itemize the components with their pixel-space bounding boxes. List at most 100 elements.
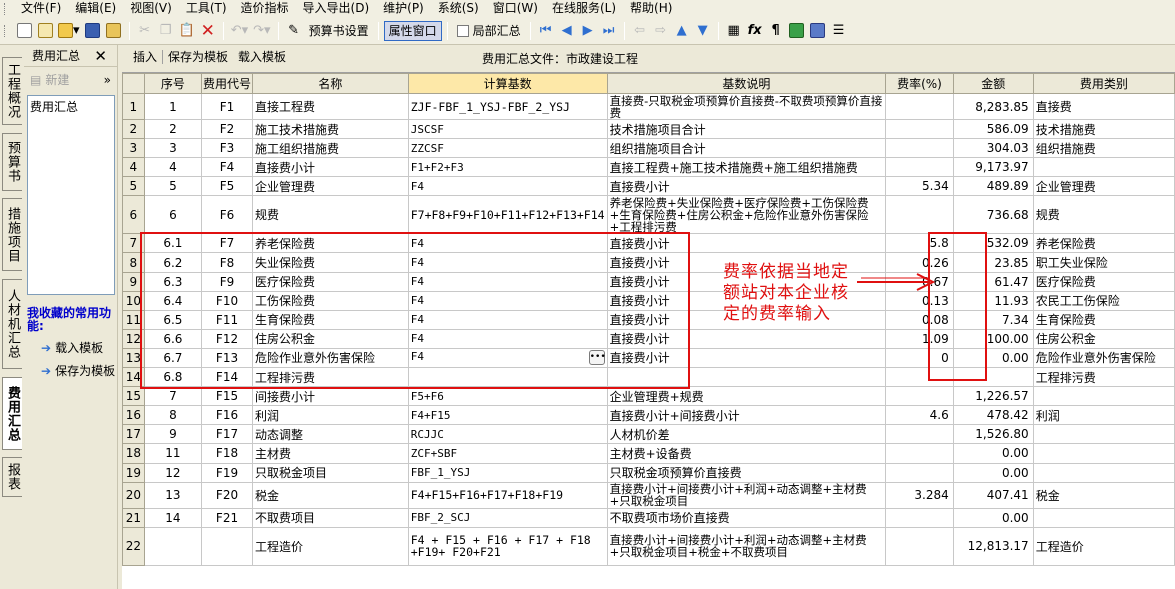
name-cell[interactable]: 利润 <box>251 405 409 426</box>
table-row[interactable]: 22 工程造价 F4 + F15 + F16 + F17 + F18 +F19+ F… <box>122 526 1175 566</box>
basis-cell[interactable]: JSCSF <box>407 118 608 140</box>
category-cell[interactable]: 规费 <box>1032 195 1175 235</box>
category-cell[interactable]: 利润 <box>1032 405 1175 426</box>
arrow-right-icon[interactable]: ⇨ <box>651 20 671 42</box>
seq-cell[interactable]: 13 <box>143 481 203 509</box>
rate-cell[interactable] <box>885 157 954 178</box>
amount-cell[interactable]: 586.09 <box>952 118 1034 140</box>
description-cell[interactable]: 技术措施项目合计 <box>606 118 887 140</box>
table-row[interactable]: 16 8 F16 利润 F4+F15 直接费小计+间接费小计 4.6 478.42 利润 <box>122 405 1175 426</box>
paste-icon[interactable]: 📋 <box>177 20 197 42</box>
category-cell[interactable]: 职工失业保险 <box>1032 252 1175 273</box>
category-cell[interactable] <box>1032 507 1175 528</box>
load-template-button[interactable]: 载入模板 <box>233 48 291 65</box>
code-cell[interactable]: F6 <box>201 195 253 235</box>
category-cell[interactable]: 组织措施费 <box>1032 138 1175 159</box>
new-button[interactable]: 新建 <box>45 71 69 88</box>
rate-cell[interactable]: 3.284 <box>885 481 954 509</box>
fav-save-template[interactable]: ➔ 保存为模板 <box>27 362 117 379</box>
amount-cell[interactable]: 478.42 <box>952 405 1034 426</box>
seq-cell[interactable]: 1 <box>143 93 203 120</box>
seq-cell[interactable]: 11 <box>143 443 203 464</box>
category-cell[interactable]: 税金 <box>1032 481 1175 509</box>
table-row[interactable]: 6 6 F6 规费 F7+F8+F9+F10+F11+F12+F13+F14 养老保险费+… <box>122 195 1175 235</box>
name-cell[interactable]: 规费 <box>251 195 409 235</box>
col-description[interactable]: 基数说明 <box>606 73 887 94</box>
amount-cell[interactable]: 12,813.17 <box>952 526 1034 566</box>
open-folder-icon[interactable]: ▾ <box>56 20 82 42</box>
category-cell[interactable]: 工程造价 <box>1032 526 1175 566</box>
description-cell[interactable]: 直接费小计 <box>606 176 887 197</box>
seq-cell[interactable]: 7 <box>143 386 203 407</box>
amount-cell[interactable]: 0.00 <box>952 462 1034 483</box>
tab-measures[interactable]: 措施项目 <box>2 198 22 271</box>
tree-item-cost-summary[interactable]: 费用汇总 <box>28 96 114 117</box>
code-cell[interactable]: F2 <box>201 118 253 140</box>
code-cell[interactable]: F4 <box>201 157 253 178</box>
description-cell[interactable]: 只取税金项预算价直接费 <box>606 462 887 483</box>
save-template-button[interactable]: 保存为模板 <box>163 48 233 65</box>
first-icon[interactable]: ⏮ <box>536 20 556 42</box>
prev-icon[interactable]: ◀ <box>557 20 577 42</box>
table-row[interactable]: 21 14 F21 不取费项目 FBF_2_SCJ 不取费项市场价直接费 0.00 <box>122 507 1175 528</box>
table-row[interactable]: 4 4 F4 直接费小计 F1+F2+F3 直接工程费+施工技术措施费+施工组织措施费 9,… <box>122 157 1175 178</box>
insert-button[interactable]: 插入 <box>128 48 162 65</box>
new-file-icon[interactable] <box>14 20 34 42</box>
col-name[interactable]: 名称 <box>251 73 409 94</box>
basis-cell[interactable]: F4 + F15 + F16 + F17 + F18 +F19+ F20+F21 <box>407 526 608 566</box>
category-cell[interactable]: 农民工工伤保险 <box>1032 290 1175 311</box>
redo-icon[interactable]: ↷▾ <box>251 20 272 42</box>
basis-cell[interactable]: ZJF-FBF_1_YSJ-FBF_2_YSJ <box>407 93 608 120</box>
copy-icon[interactable]: ❐ <box>156 20 176 42</box>
description-cell[interactable]: 人材机价差 <box>606 424 887 445</box>
description-cell[interactable]: 直接费小计+间接费小计 <box>606 405 887 426</box>
delete-icon[interactable]: ✕ <box>198 20 218 42</box>
basis-cell[interactable]: FBF_2_SCJ <box>407 507 608 528</box>
description-cell[interactable]: 组织措施项目合计 <box>606 138 887 159</box>
category-cell[interactable]: 危险作业意外伤害保险 <box>1032 347 1175 369</box>
category-cell[interactable]: 住房公积金 <box>1032 328 1175 349</box>
table-row[interactable]: 15 7 F15 间接费小计 F5+F6 企业管理费+规费 1,226.57 <box>122 386 1175 407</box>
rate-cell[interactable] <box>885 424 954 445</box>
menu-item[interactable]: 系统(S) <box>432 0 485 17</box>
name-cell[interactable]: 只取税金项目 <box>251 462 409 483</box>
category-cell[interactable] <box>1032 462 1175 483</box>
amount-cell[interactable]: 8,283.85 <box>952 93 1034 120</box>
amount-cell[interactable]: 9,173.97 <box>952 157 1034 178</box>
budget-settings-button[interactable]: 预算书设置 <box>305 20 373 42</box>
basis-cell[interactable]: F1+F2+F3 <box>407 157 608 178</box>
seq-cell[interactable]: 3 <box>143 138 203 159</box>
folder-icon[interactable] <box>104 20 124 42</box>
seq-cell[interactable]: 14 <box>143 507 203 528</box>
name-cell[interactable]: 动态调整 <box>251 424 409 445</box>
partial-summary-toggle[interactable]: 局部汇总 <box>453 20 525 42</box>
partial-summary-checkbox[interactable] <box>456 24 469 37</box>
seq-cell[interactable]: 6 <box>143 195 203 235</box>
table-row[interactable]: 17 9 F17 动态调整 RCJJC 人材机价差 1,526.80 <box>122 424 1175 445</box>
menu-item[interactable]: 文件(F) <box>15 0 67 17</box>
seq-cell[interactable]: 2 <box>143 118 203 140</box>
amount-cell[interactable]: 304.03 <box>952 138 1034 159</box>
calculator-icon[interactable]: ▦ <box>724 20 744 42</box>
description-cell[interactable]: 直接费小计+间接费小计+利润+动态调整+主材费+只取税金项目+税金+不取费项目 <box>606 526 887 566</box>
description-cell[interactable]: 不取费项市场价直接费 <box>606 507 887 528</box>
menu-item[interactable]: 造价指标 <box>235 0 295 17</box>
category-cell[interactable]: 技术措施费 <box>1032 118 1175 140</box>
rate-cell[interactable] <box>885 526 954 566</box>
code-cell[interactable]: F19 <box>201 462 253 483</box>
menu-item[interactable]: 视图(V) <box>124 0 178 17</box>
amount-cell[interactable]: 489.89 <box>952 176 1034 197</box>
seq-cell[interactable]: 8 <box>143 405 203 426</box>
description-cell[interactable]: 直接工程费+施工技术措施费+施工组织措施费 <box>606 157 887 178</box>
category-cell[interactable]: 企业管理费 <box>1032 176 1175 197</box>
amount-cell[interactable]: 0.00 <box>952 443 1034 464</box>
seq-cell[interactable]: 9 <box>143 424 203 445</box>
basis-cell[interactable]: F4+F15 <box>407 405 608 426</box>
close-icon[interactable]: ✕ <box>94 47 107 65</box>
formula-icon[interactable]: fx <box>745 20 765 42</box>
arrow-left-icon[interactable]: ⇦ <box>630 20 650 42</box>
menu-item[interactable]: 导入导出(D) <box>297 0 376 17</box>
next-icon[interactable]: ▶ <box>578 20 598 42</box>
category-cell[interactable]: 养老保险费 <box>1032 233 1175 254</box>
menu-item[interactable]: 维护(P) <box>377 0 430 17</box>
